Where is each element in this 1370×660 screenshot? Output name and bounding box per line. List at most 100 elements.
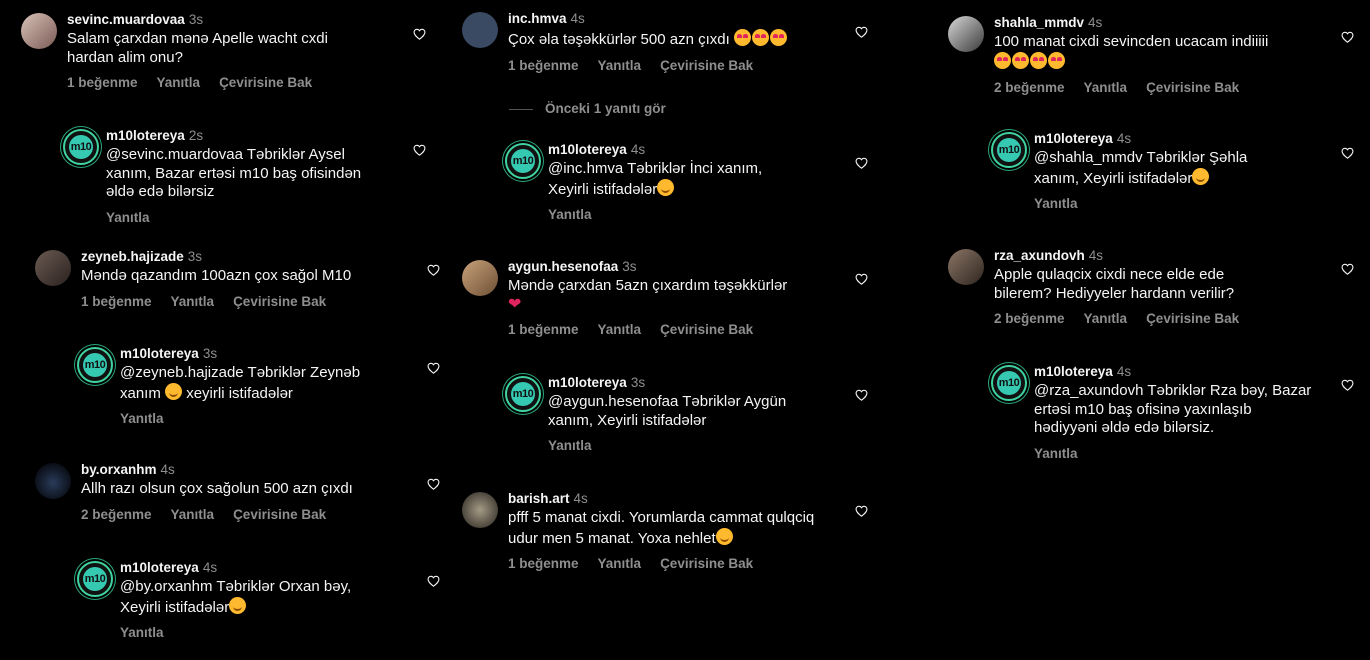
username[interactable]: zeyneb.hajizade xyxy=(81,249,184,264)
translate-button[interactable]: Çevirisine Bak xyxy=(660,556,753,571)
username[interactable]: m10lotereya xyxy=(548,142,627,157)
like-heart-icon[interactable] xyxy=(1341,31,1354,43)
comment-text: @aygun.hesenofaa Təbriklər Aygün xanım, … xyxy=(548,393,787,429)
translate-button[interactable]: Çevirisine Bak xyxy=(660,322,753,337)
username[interactable]: sevinc.muardovaa xyxy=(67,12,185,27)
reply-button[interactable]: Yanıtla xyxy=(120,625,164,640)
timestamp: 4s xyxy=(160,462,175,477)
username[interactable]: rza_axundovh xyxy=(994,248,1085,263)
like-heart-icon[interactable] xyxy=(413,28,426,40)
m10-logo: m10 xyxy=(511,149,535,173)
m10-avatar[interactable]: m10 xyxy=(991,132,1027,168)
username[interactable]: m10lotereya xyxy=(120,560,199,575)
like-heart-icon[interactable] xyxy=(427,478,440,490)
reply-button[interactable]: Yanıtla xyxy=(1034,446,1078,461)
translate-button[interactable]: Çevirisine Bak xyxy=(1146,80,1239,95)
m10-avatar[interactable]: m10 xyxy=(77,347,113,383)
timestamp: 4s xyxy=(573,491,588,506)
m10-logo: m10 xyxy=(83,567,107,591)
timestamp: 3s xyxy=(622,259,637,274)
smile-emoji-icon xyxy=(229,596,247,614)
divider xyxy=(509,108,533,110)
translate-button[interactable]: Çevirisine Bak xyxy=(219,75,312,90)
likes-count[interactable]: 1 beğenme xyxy=(508,58,579,73)
avatar[interactable] xyxy=(948,249,984,285)
timestamp: 3s xyxy=(188,12,204,27)
username[interactable]: inc.hmva xyxy=(508,11,567,26)
timestamp: 2s xyxy=(188,128,204,143)
reply-button[interactable]: Yanıtla xyxy=(1084,80,1128,95)
username[interactable]: aygun.hesenofaa xyxy=(508,259,618,274)
translate-button[interactable]: Çevirisine Bak xyxy=(233,507,326,522)
avatar[interactable] xyxy=(35,250,71,286)
reply-button[interactable]: Yanıtla xyxy=(120,411,164,426)
like-heart-icon[interactable] xyxy=(855,157,868,169)
avatar[interactable] xyxy=(35,463,71,499)
m10-logo: m10 xyxy=(511,382,535,406)
m10-avatar[interactable]: m10 xyxy=(77,561,113,597)
like-heart-icon[interactable] xyxy=(855,389,868,401)
username[interactable]: m10lotereya xyxy=(1034,364,1113,379)
like-heart-icon[interactable] xyxy=(1341,379,1354,391)
like-heart-icon[interactable] xyxy=(427,575,440,587)
heart-eyes-emoji-icon xyxy=(1048,51,1065,69)
username[interactable]: m10lotereya xyxy=(120,346,199,361)
m10-avatar[interactable]: m10 xyxy=(63,129,99,165)
username[interactable]: m10lotereya xyxy=(1034,131,1113,146)
like-heart-icon[interactable] xyxy=(855,505,868,517)
view-previous-replies-button[interactable]: Önceki 1 yanıtı gör xyxy=(509,101,666,116)
like-heart-icon[interactable] xyxy=(427,264,440,276)
username[interactable]: shahla_mmdv xyxy=(994,15,1084,30)
m10-avatar[interactable]: m10 xyxy=(991,365,1027,401)
like-heart-icon[interactable] xyxy=(427,362,440,374)
like-heart-icon[interactable] xyxy=(855,273,868,285)
avatar[interactable] xyxy=(21,13,57,49)
likes-count[interactable]: 1 beğenme xyxy=(508,556,579,571)
comment-text: Məndə qazandım 100azn çox sağol M10 xyxy=(81,267,352,284)
reply-button[interactable]: Yanıtla xyxy=(1084,311,1128,326)
reply-button[interactable]: Yanıtla xyxy=(171,294,215,309)
comment-text: @sevinc.muardovaa Təbriklər Aysel xanım,… xyxy=(106,146,362,200)
avatar[interactable] xyxy=(462,12,498,48)
username[interactable]: m10lotereya xyxy=(548,375,627,390)
reply-button[interactable]: Yanıtla xyxy=(157,75,201,90)
like-heart-icon[interactable] xyxy=(1341,147,1354,159)
comment-text-part: pfff 5 manat cixdi. Yorumlarda cammat qu… xyxy=(508,509,815,547)
likes-count[interactable]: 2 beğenme xyxy=(81,507,152,522)
like-heart-icon[interactable] xyxy=(1341,263,1354,275)
avatar[interactable] xyxy=(462,260,498,296)
reply-button[interactable]: Yanıtla xyxy=(548,438,592,453)
heart-eyes-emoji-icon xyxy=(733,29,751,46)
translate-button[interactable]: Çevirisine Bak xyxy=(1146,311,1239,326)
likes-count[interactable]: 1 beğenme xyxy=(67,75,138,90)
timestamp: 3s xyxy=(630,375,646,390)
comment-text: @zeyneb.hajizade Təbriklər Zeynəb xanım … xyxy=(120,364,395,403)
reply-button[interactable]: Yanıtla xyxy=(598,556,642,571)
comment-text: @shahla_mmdv Təbriklər Şəhla xanım, Xeyi… xyxy=(1034,149,1284,188)
comment-text-part: xeyirli istifadələr xyxy=(186,384,293,402)
timestamp: 4s xyxy=(570,11,585,26)
translate-button[interactable]: Çevirisine Bak xyxy=(660,58,753,73)
reply-button[interactable]: Yanıtla xyxy=(1034,196,1078,211)
reply-button[interactable]: Yanıtla xyxy=(171,507,215,522)
avatar[interactable] xyxy=(948,16,984,52)
likes-count[interactable]: 1 beğenme xyxy=(508,322,579,337)
likes-count[interactable]: 2 beğenme xyxy=(994,80,1065,95)
m10-avatar[interactable]: m10 xyxy=(505,143,541,179)
username[interactable]: by.orxanhm xyxy=(81,462,157,477)
like-heart-icon[interactable] xyxy=(855,26,868,38)
username[interactable]: m10lotereya xyxy=(106,128,185,143)
reply-button[interactable]: Yanıtla xyxy=(598,322,642,337)
username[interactable]: barish.art xyxy=(508,491,570,506)
smile-emoji-icon xyxy=(165,382,183,400)
reply-button[interactable]: Yanıtla xyxy=(548,207,592,222)
reply-button[interactable]: Yanıtla xyxy=(106,210,150,225)
likes-count[interactable]: 1 beğenme xyxy=(81,294,152,309)
likes-count[interactable]: 2 beğenme xyxy=(994,311,1065,326)
like-heart-icon[interactable] xyxy=(413,144,426,156)
translate-button[interactable]: Çevirisine Bak xyxy=(233,294,326,309)
comment-text: 100 manat cixdi sevincden ucacam indiiii… xyxy=(994,33,1294,72)
m10-avatar[interactable]: m10 xyxy=(505,376,541,412)
reply-button[interactable]: Yanıtla xyxy=(598,58,642,73)
avatar[interactable] xyxy=(462,492,498,528)
